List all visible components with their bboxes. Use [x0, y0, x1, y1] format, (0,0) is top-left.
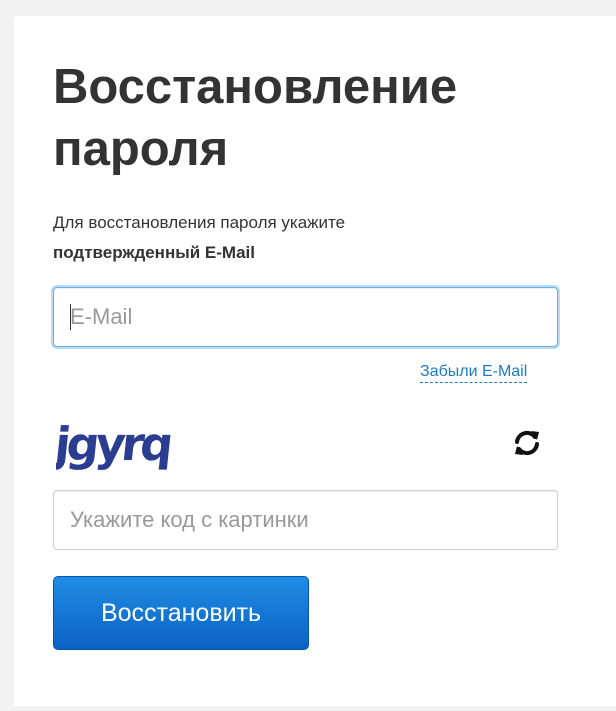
captcha-input[interactable] — [53, 490, 558, 550]
email-input[interactable] — [53, 287, 558, 347]
captcha-text: jgyrq — [56, 417, 173, 471]
instructions-line-1: Для восстановления пароля укажите — [53, 213, 346, 232]
captcha-image: jgyrq — [56, 417, 173, 471]
refresh-icon[interactable] — [512, 428, 542, 458]
page-title: Восстановление пароля — [53, 60, 458, 176]
instructions-line-2: подтвержденный E-Mail — [53, 243, 255, 262]
text-cursor — [70, 304, 71, 330]
instructions-text: Для восстановления пароля укажите подтве… — [53, 208, 573, 268]
restore-button[interactable]: Восстановить — [53, 576, 309, 650]
forgot-email-link[interactable]: Забыли E-Mail — [420, 362, 528, 383]
